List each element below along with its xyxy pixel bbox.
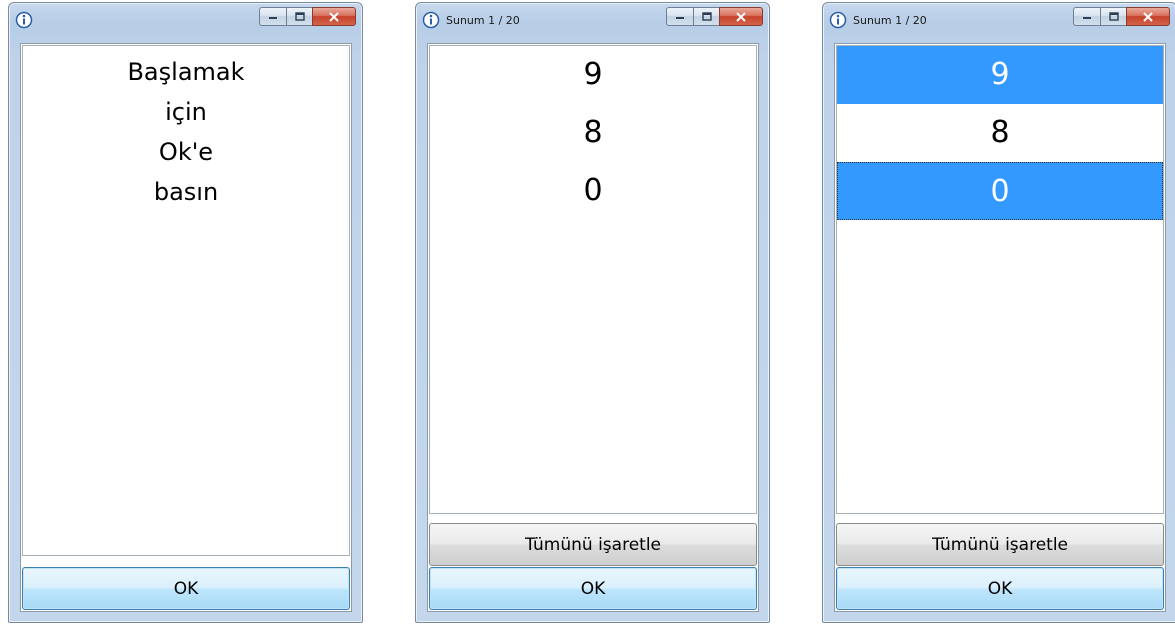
dialog-client-area: Başlamak için Ok'e basın OK: [20, 43, 352, 612]
ok-button[interactable]: OK: [22, 567, 350, 610]
close-icon: [329, 11, 339, 22]
maximize-icon: [701, 12, 712, 21]
message-line: Ok'e: [158, 138, 214, 166]
list-item-selected[interactable]: 0: [837, 162, 1163, 220]
maximize-button[interactable]: [286, 7, 312, 26]
caption-buttons: [1073, 7, 1170, 27]
mark-all-button[interactable]: Tümünü işaretle: [429, 523, 757, 566]
title-bar[interactable]: Sunum 1 / 20: [823, 3, 1175, 41]
dialog-client-area: 9 8 0 Tümünü işaretle OK: [834, 43, 1166, 612]
presentation-window: Sunum 1 / 20 9 8 0 Tümünü işaretle OK: [415, 2, 770, 623]
caption-buttons: [666, 7, 763, 27]
dialog-client-area: 9 8 0 Tümünü işaretle OK: [427, 43, 759, 612]
title-bar[interactable]: [9, 3, 362, 41]
close-button[interactable]: [312, 7, 356, 26]
window-title: Sunum 1 / 20: [853, 14, 927, 27]
message-line: basın: [153, 178, 219, 206]
info-icon[interactable]: [829, 11, 847, 29]
maximize-icon: [1108, 12, 1119, 21]
close-icon: [736, 11, 746, 22]
minimize-button[interactable]: [1073, 7, 1100, 26]
info-icon[interactable]: [15, 11, 33, 29]
ok-button[interactable]: OK: [429, 567, 757, 610]
caption-buttons: [259, 7, 356, 27]
info-icon[interactable]: [422, 11, 440, 29]
maximize-icon: [294, 12, 305, 21]
list-item[interactable]: 9: [430, 46, 756, 104]
list-item[interactable]: 8: [837, 104, 1163, 162]
message-panel: Başlamak için Ok'e basın: [22, 45, 350, 556]
maximize-button[interactable]: [693, 7, 719, 26]
close-icon: [1143, 11, 1153, 22]
minimize-icon: [676, 16, 684, 19]
ok-button[interactable]: OK: [836, 567, 1164, 610]
number-list: 9 8 0: [836, 45, 1164, 514]
list-item[interactable]: 0: [430, 162, 756, 220]
start-dialog-window: Başlamak için Ok'e basın OK: [8, 2, 363, 623]
minimize-button[interactable]: [666, 7, 693, 26]
minimize-icon: [1083, 16, 1091, 19]
message-line: Başlamak: [127, 58, 245, 86]
presentation-window-selected: Sunum 1 / 20 9 8 0 Tümünü işaretle OK: [822, 2, 1175, 623]
minimize-button[interactable]: [259, 7, 286, 26]
number-list: 9 8 0: [429, 45, 757, 514]
close-button[interactable]: [1126, 7, 1170, 26]
close-button[interactable]: [719, 7, 763, 26]
list-item[interactable]: 8: [430, 104, 756, 162]
mark-all-button[interactable]: Tümünü işaretle: [836, 523, 1164, 566]
maximize-button[interactable]: [1100, 7, 1126, 26]
title-bar[interactable]: Sunum 1 / 20: [416, 3, 769, 41]
window-title: Sunum 1 / 20: [446, 14, 520, 27]
minimize-icon: [269, 16, 277, 19]
message-line: için: [165, 98, 207, 126]
list-item-selected[interactable]: 9: [837, 46, 1163, 104]
